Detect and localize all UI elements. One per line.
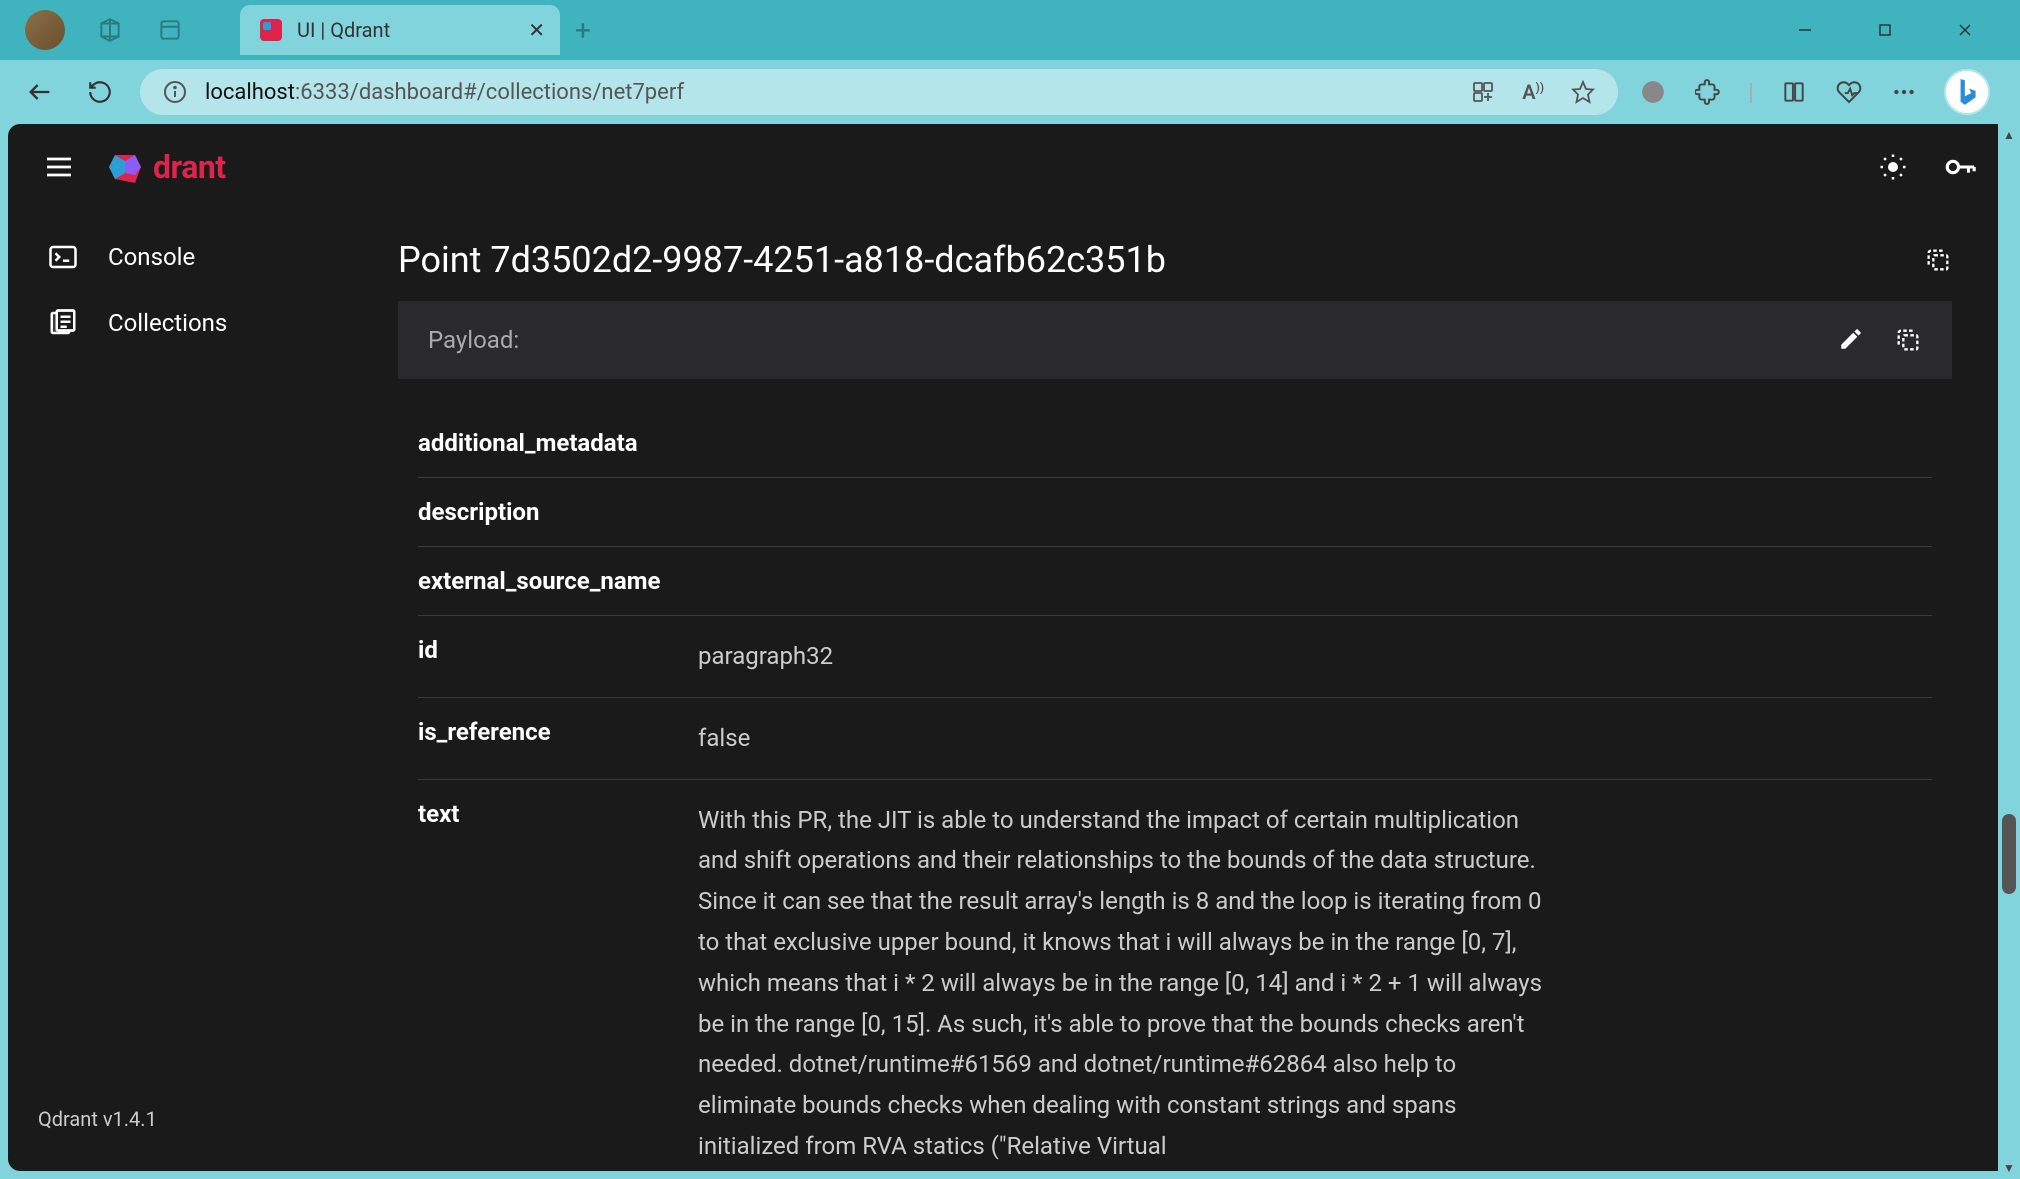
copy-point-icon[interactable]: [1924, 246, 1952, 274]
copy-payload-icon[interactable]: [1894, 326, 1922, 354]
payload-key: additional_metadata: [418, 429, 698, 457]
close-window-button[interactable]: [1940, 10, 1990, 50]
minimize-button[interactable]: [1780, 10, 1830, 50]
payload-row: additional_metadata: [418, 409, 1932, 478]
app-install-icon[interactable]: [1468, 77, 1498, 107]
console-icon: [48, 242, 78, 272]
back-button[interactable]: [20, 72, 60, 112]
favorite-icon[interactable]: [1568, 77, 1598, 107]
site-info-icon[interactable]: [160, 77, 190, 107]
addressbar[interactable]: localhost:6333/dashboard#/collections/ne…: [140, 69, 1618, 115]
theme-toggle-icon[interactable]: [1878, 152, 1908, 182]
payload-table: additional_metadata description external…: [398, 379, 1952, 1171]
payload-value: [698, 567, 1548, 595]
more-menu-icon[interactable]: [1889, 77, 1919, 107]
extensions-icon[interactable]: [1693, 77, 1723, 107]
adblock-icon[interactable]: [1638, 77, 1668, 107]
toolbar-right: |: [1638, 69, 2000, 115]
app-container: drant Console: [0, 124, 2020, 1179]
workspaces-icon[interactable]: [95, 15, 125, 45]
browser-window: UI | Qdrant ✕ +: [0, 0, 2020, 1179]
qdrant-header: drant: [8, 124, 2012, 209]
payload-value: false: [698, 718, 1548, 759]
point-header: Point 7d3502d2-9987-4251-a818-dcafb62c35…: [398, 239, 1952, 301]
payload-row: description: [418, 478, 1932, 547]
point-title: Point 7d3502d2-9987-4251-a818-dcafb62c35…: [398, 239, 1166, 281]
new-tab-button[interactable]: +: [575, 14, 591, 47]
tab-favicon: [260, 19, 282, 41]
payload-value: paragraph32: [698, 636, 1548, 677]
collections-nav-icon: [48, 308, 78, 338]
payload-key: description: [418, 498, 698, 526]
edit-payload-icon[interactable]: [1838, 326, 1864, 354]
sidebar: Console Collections Qdrant v1.4.1: [8, 209, 368, 1171]
hamburger-menu-icon[interactable]: [43, 151, 75, 183]
payload-key: id: [418, 636, 698, 677]
sidebar-item-label: Collections: [108, 309, 227, 337]
payload-key: external_source_name: [418, 567, 698, 595]
qdrant-body: Console Collections Qdrant v1.4.1 Point …: [8, 209, 2012, 1171]
browser-tab[interactable]: UI | Qdrant ✕: [240, 5, 560, 55]
sidebar-item-console[interactable]: Console: [8, 224, 368, 290]
payload-row: id paragraph32: [418, 616, 1932, 698]
payload-row: is_reference false: [418, 698, 1932, 780]
qdrant-logo[interactable]: drant: [105, 147, 226, 187]
collections-icon[interactable]: [1779, 77, 1809, 107]
maximize-button[interactable]: [1860, 10, 1910, 50]
key-icon[interactable]: [1943, 150, 1977, 184]
window-controls: [1780, 10, 2010, 50]
tab-close-button[interactable]: ✕: [528, 18, 545, 42]
profile-avatar[interactable]: [25, 10, 65, 50]
sidebar-item-collections[interactable]: Collections: [8, 290, 368, 356]
scrollbar-track[interactable]: [2002, 139, 2016, 1164]
payload-row: text With this PR, the JIT is able to un…: [418, 780, 1932, 1171]
bing-chat-icon[interactable]: [1944, 69, 1990, 115]
payload-value: With this PR, the JIT is able to underst…: [698, 800, 1548, 1167]
payload-key: is_reference: [418, 718, 698, 759]
version-label: Qdrant v1.4.1: [8, 1082, 368, 1156]
payload-key: text: [418, 800, 698, 1167]
payload-value: [698, 498, 1548, 526]
payload-row: external_source_name: [418, 547, 1932, 616]
titlebar: UI | Qdrant ✕ +: [0, 0, 2020, 60]
payload-label: Payload:: [428, 326, 519, 354]
read-aloud-icon[interactable]: A)): [1518, 77, 1548, 107]
scrollbar-thumb[interactable]: [2002, 814, 2016, 894]
payload-value: [698, 429, 1548, 457]
sidebar-item-label: Console: [108, 243, 195, 271]
qdrant-logo-icon: [105, 147, 145, 187]
tab-title: UI | Qdrant: [297, 18, 390, 42]
addressbar-row: localhost:6333/dashboard#/collections/ne…: [0, 60, 2020, 124]
app-content: drant Console: [8, 124, 2012, 1171]
payload-header: Payload:: [398, 301, 1952, 379]
scroll-down-icon[interactable]: ▼: [2003, 1161, 2015, 1175]
refresh-button[interactable]: [80, 72, 120, 112]
tab-actions-icon[interactable]: [155, 15, 185, 45]
qdrant-logo-text: drant: [153, 148, 226, 186]
url-text: localhost:6333/dashboard#/collections/ne…: [205, 80, 684, 105]
performance-icon[interactable]: [1834, 77, 1864, 107]
vertical-scrollbar[interactable]: ▲ ▼: [1998, 124, 2020, 1179]
main-panel: Point 7d3502d2-9987-4251-a818-dcafb62c35…: [368, 209, 2012, 1171]
